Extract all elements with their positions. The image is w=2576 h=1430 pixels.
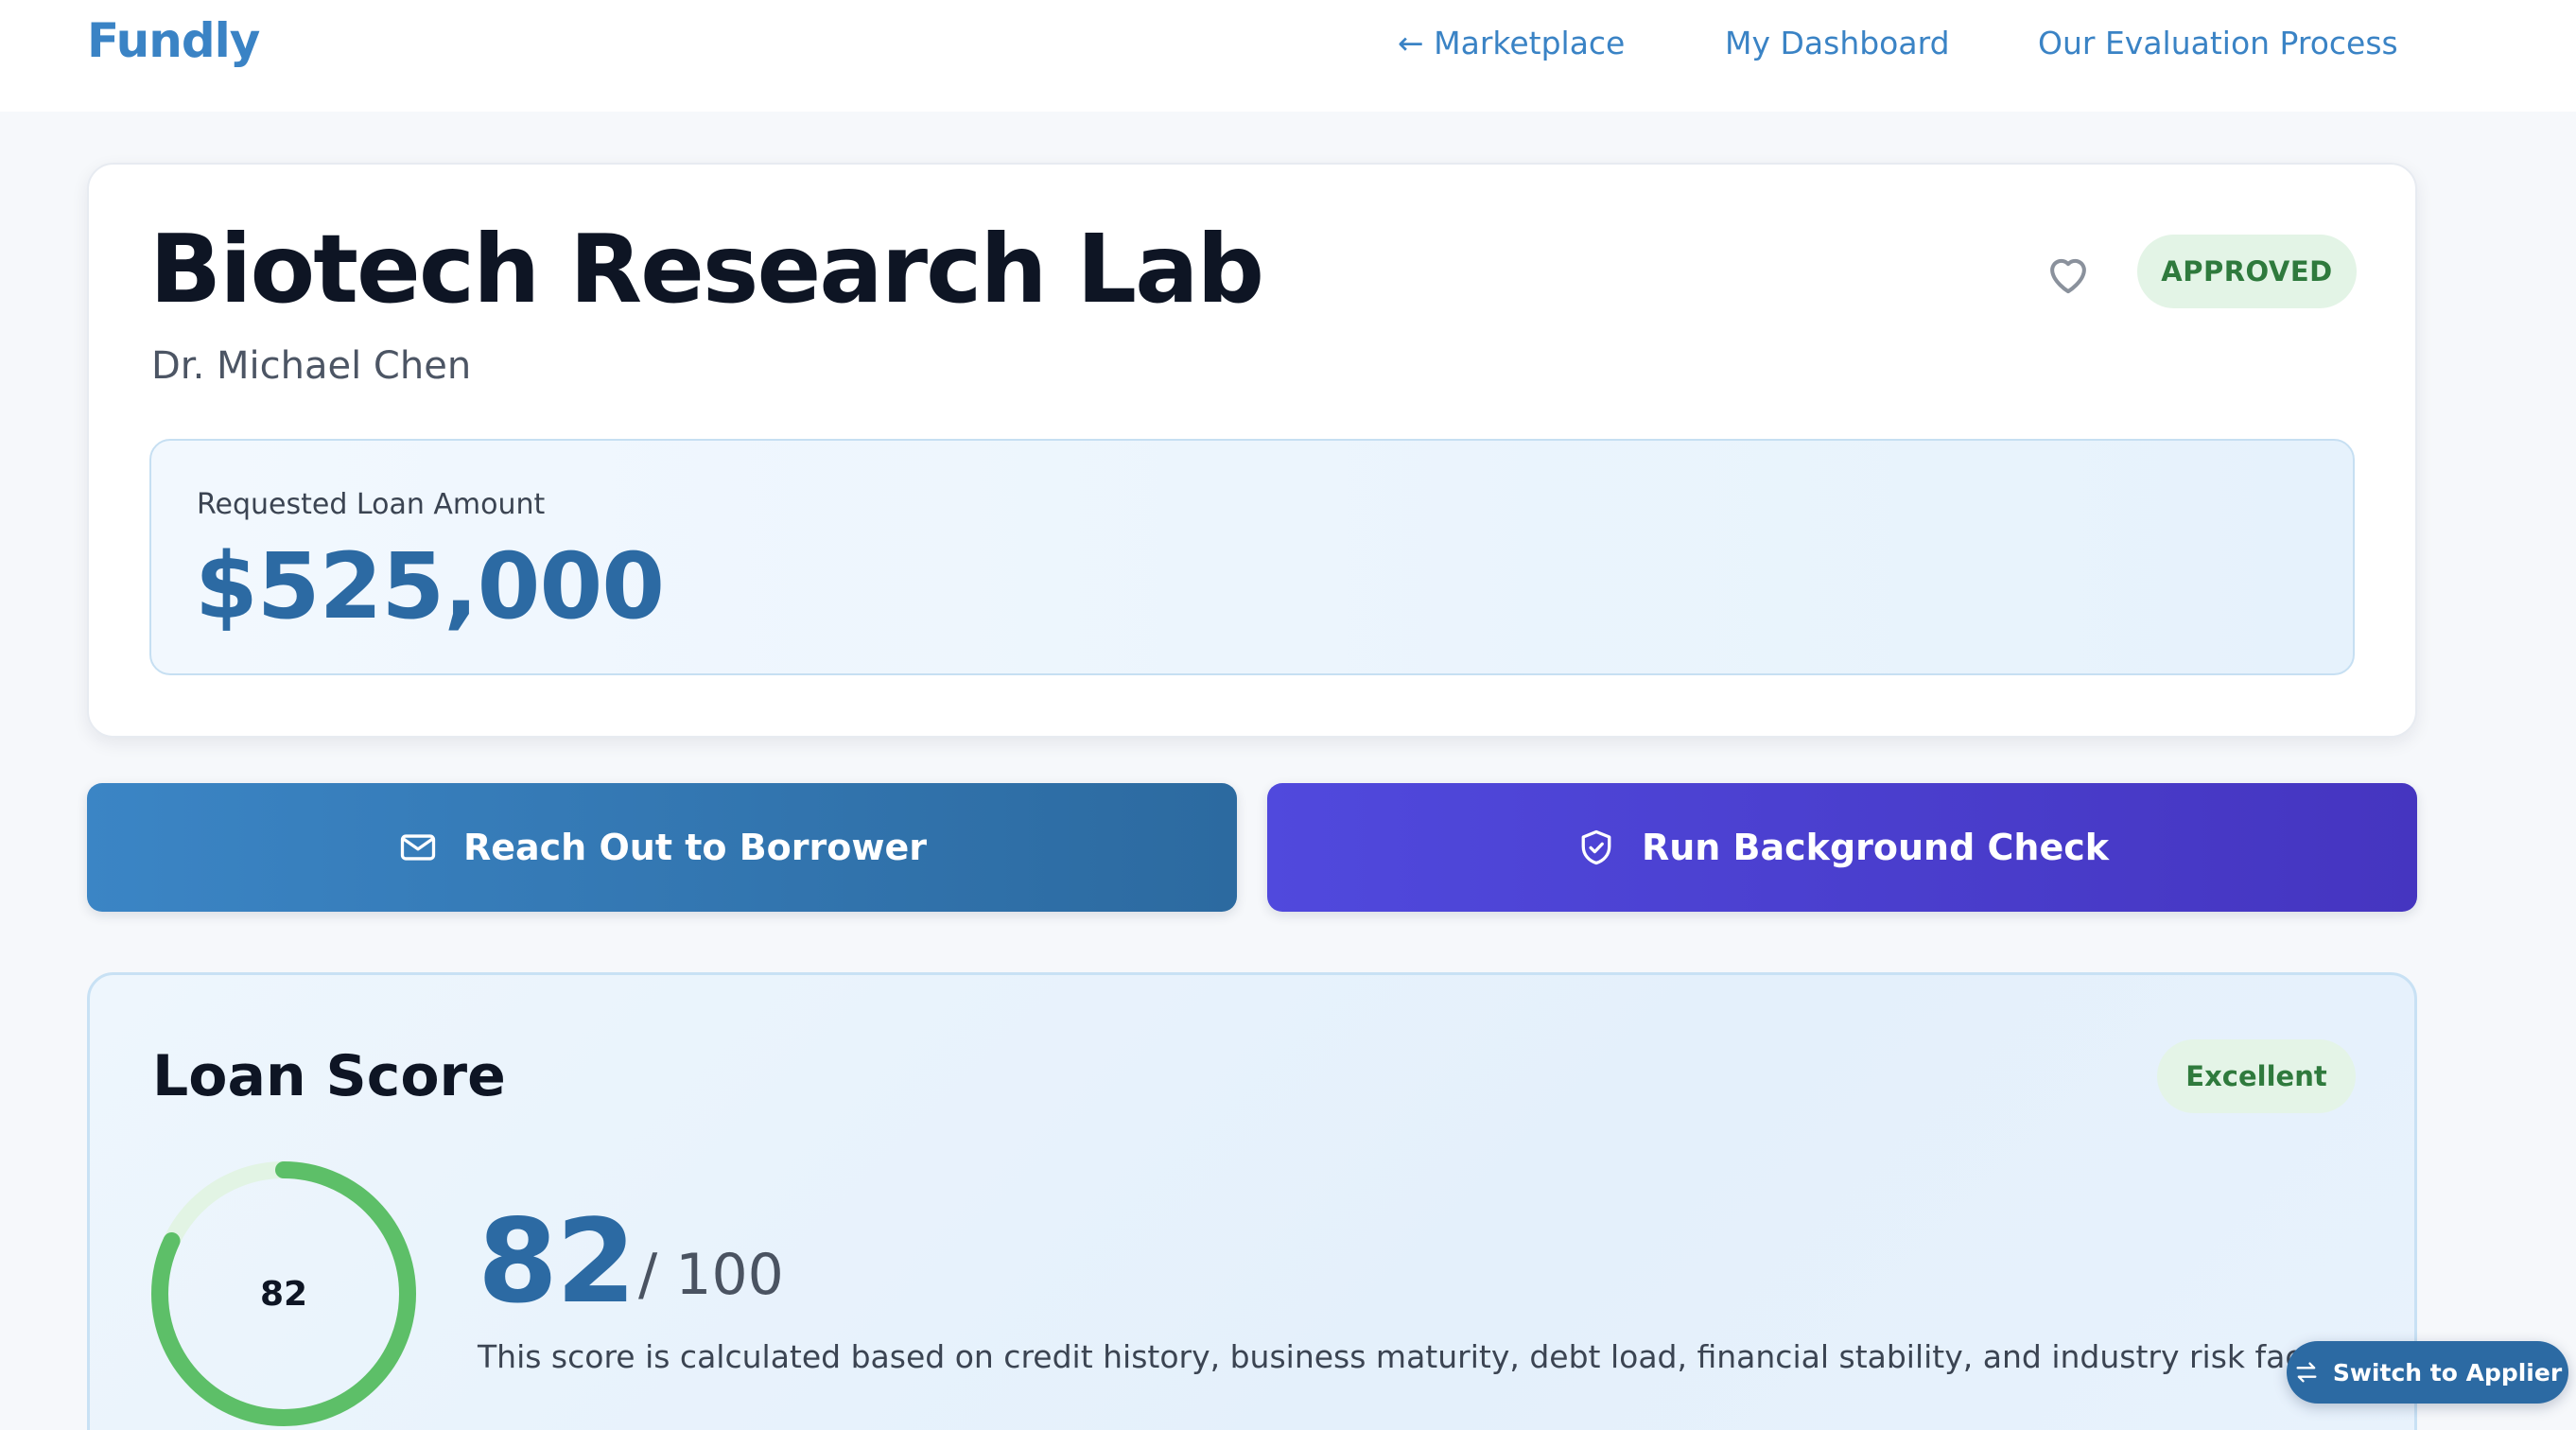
score-value: 82 <box>478 1195 636 1329</box>
gauge-value-label: 82 <box>259 1274 308 1314</box>
swap-arrows-icon <box>2296 1362 2317 1383</box>
amount-label: Requested Loan Amount <box>197 488 546 521</box>
switch-label: Switch to Applier <box>2332 1358 2563 1386</box>
score-rating-badge: Excellent <box>2157 1039 2356 1113</box>
listing-title: Biotech Research Lab <box>149 214 1264 324</box>
score-description: This score is calculated based on credit… <box>478 1338 2373 1375</box>
listing-owner: Dr. Michael Chen <box>151 344 472 388</box>
score-max: / 100 <box>638 1242 784 1308</box>
favorite-button[interactable] <box>2043 248 2094 299</box>
heart-icon <box>2050 258 2086 294</box>
nav-evaluation-process-link[interactable]: Our Evaluation Process <box>2038 25 2398 61</box>
mail-icon <box>400 834 436 861</box>
reach-out-button[interactable]: Reach Out to Borrower <box>87 783 1237 912</box>
loan-score-title: Loan Score <box>152 1043 506 1109</box>
background-check-label: Run Background Check <box>1641 827 2110 868</box>
status-badge: APPROVED <box>2137 235 2357 308</box>
background-check-button[interactable]: Run Background Check <box>1267 783 2417 912</box>
nav-marketplace-link[interactable]: ← Marketplace <box>1398 25 1625 61</box>
requested-amount-box: Requested Loan Amount $525,000 <box>149 439 2355 675</box>
listing-card: Biotech Research Lab Dr. Michael Chen AP… <box>87 163 2417 738</box>
shield-check-icon <box>1581 829 1611 865</box>
loan-score-card: Loan Score Excellent 82 82 / 100 This sc… <box>87 972 2417 1430</box>
switch-to-applier-button[interactable]: Switch to Applier <box>2287 1341 2568 1404</box>
brand-logo[interactable]: Fundly <box>87 13 260 68</box>
reach-out-label: Reach Out to Borrower <box>462 827 927 868</box>
nav-dashboard-link[interactable]: My Dashboard <box>1725 25 1950 61</box>
amount-value: $525,000 <box>195 533 665 639</box>
top-navbar: Fundly ← Marketplace My Dashboard Our Ev… <box>0 0 2576 112</box>
